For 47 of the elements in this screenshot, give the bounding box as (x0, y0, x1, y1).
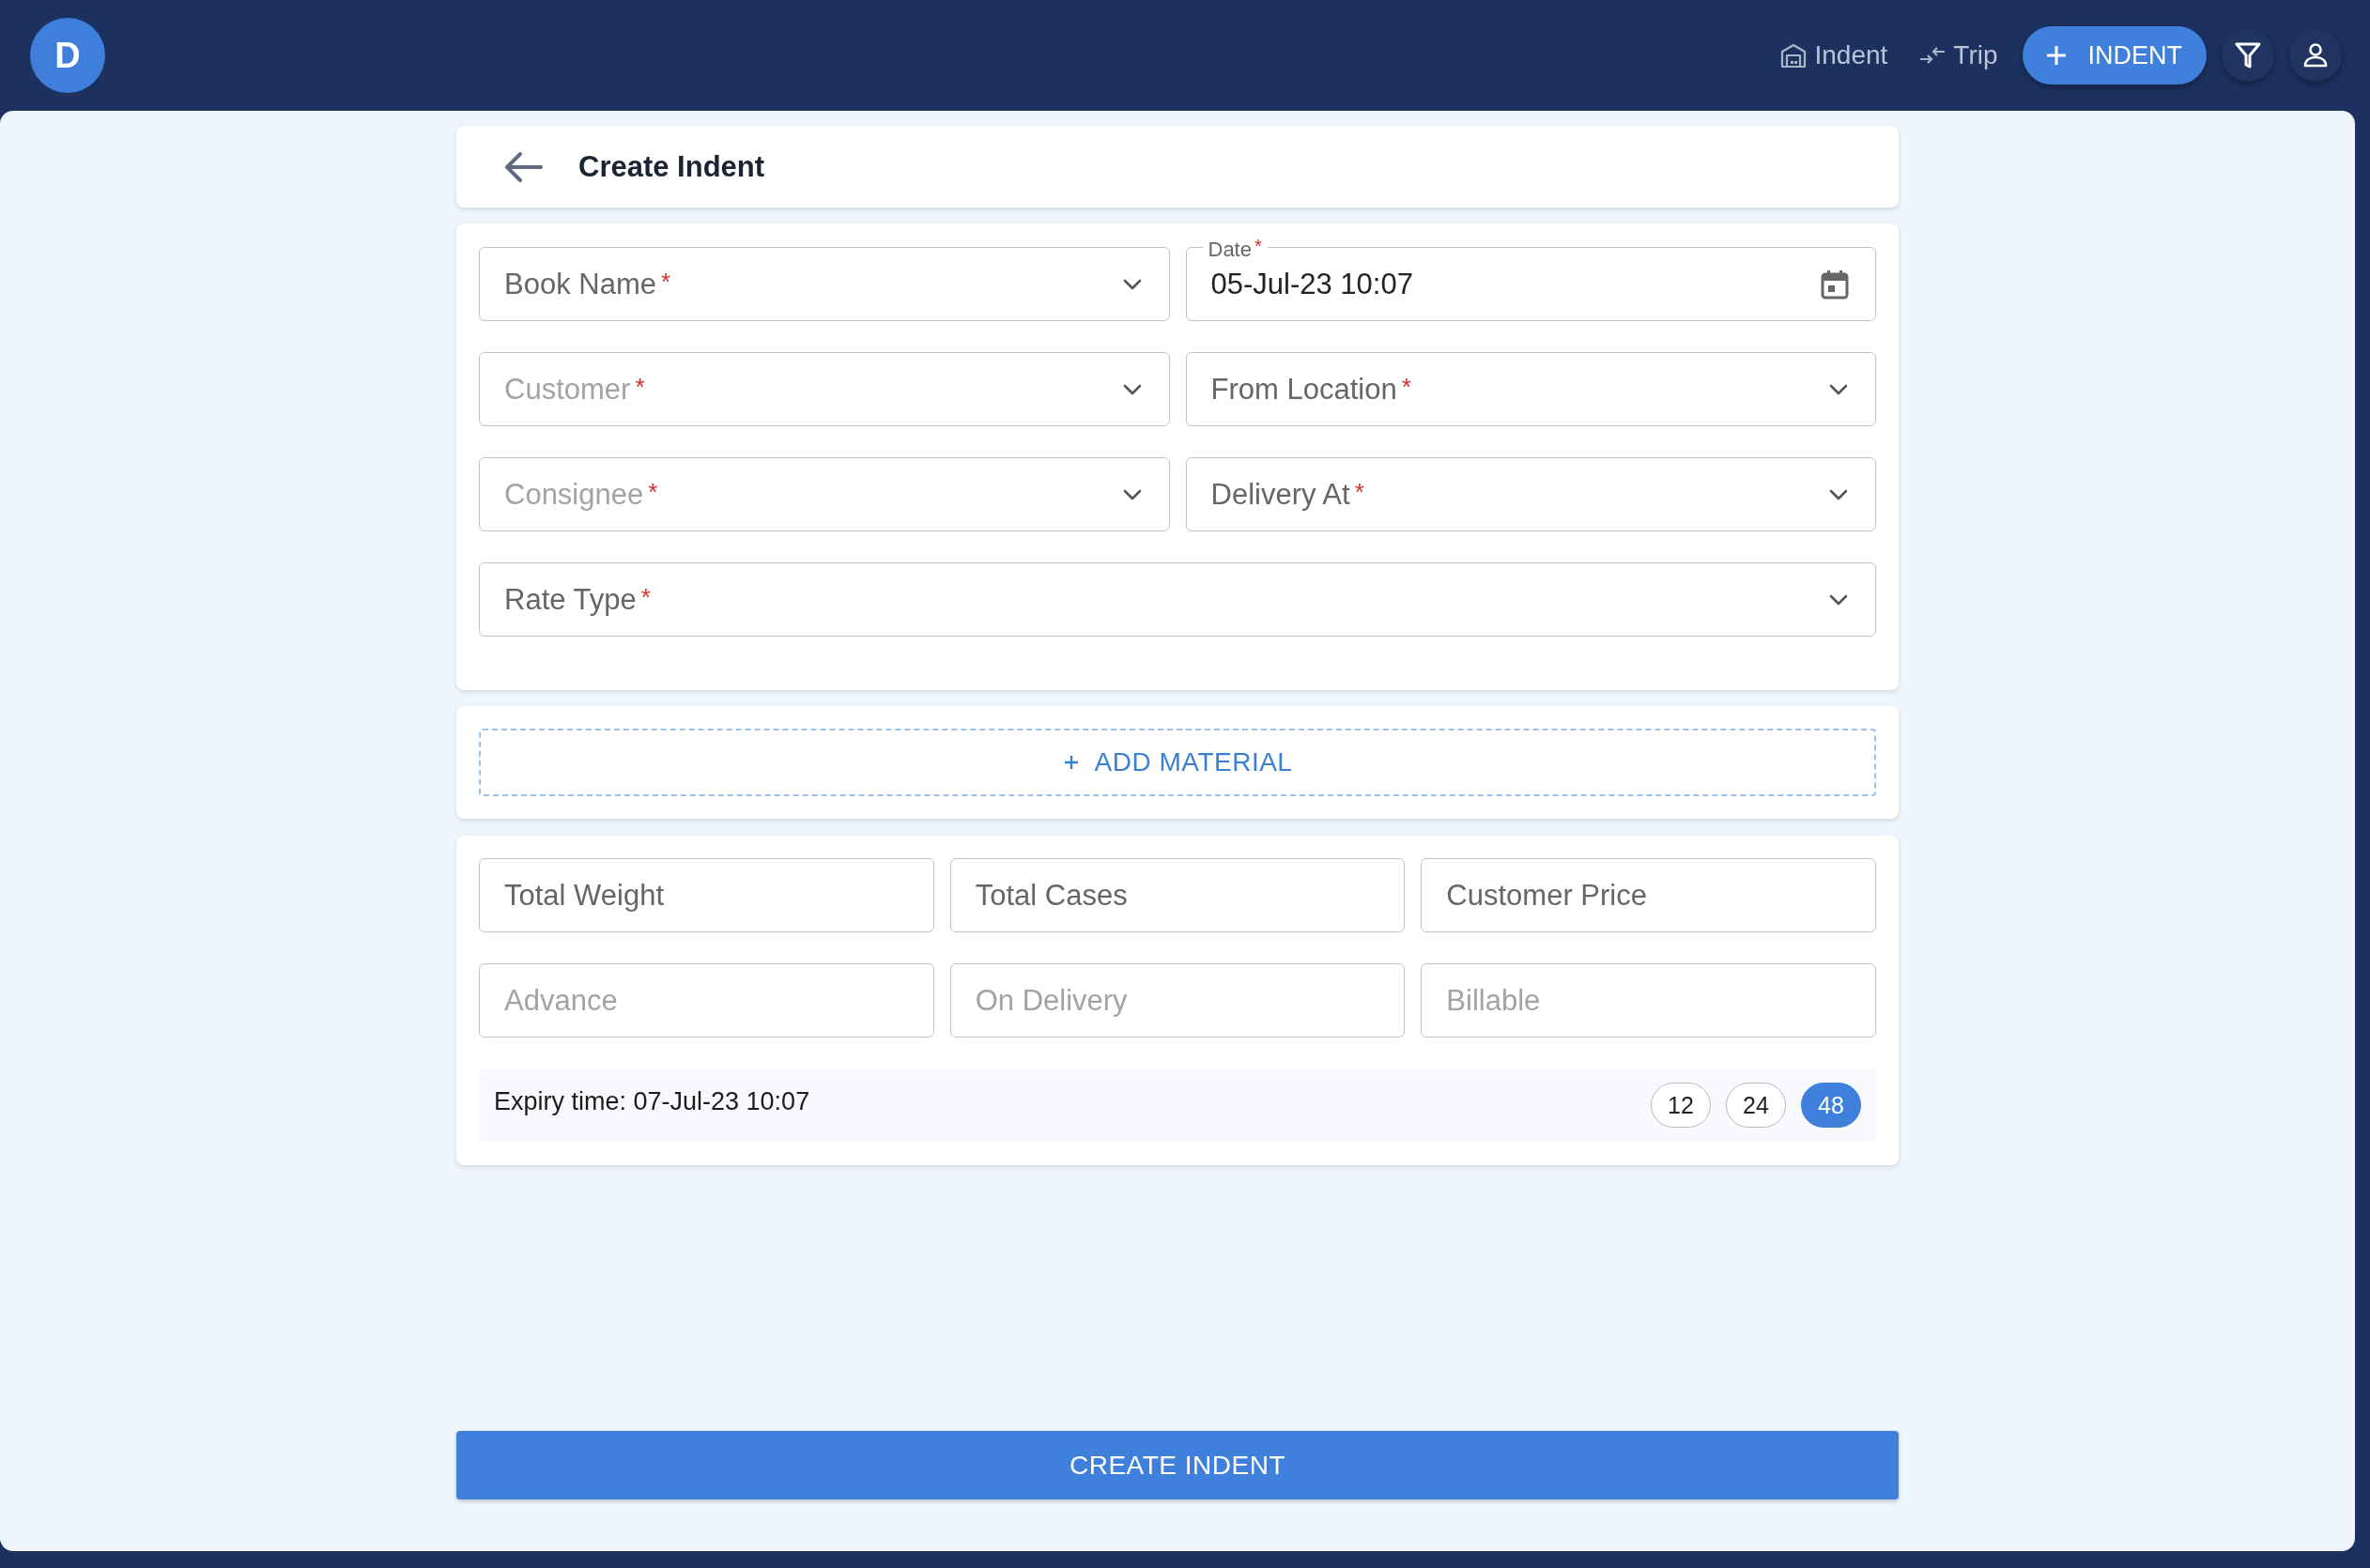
hours-chip[interactable]: 24 (1726, 1083, 1786, 1128)
avatar[interactable]: D (30, 18, 105, 93)
arrows-icon (1919, 45, 1947, 66)
dropdown-field[interactable]: From Location $^{*}$ (1185, 352, 1876, 426)
user-icon (2302, 42, 2329, 69)
nav-link[interactable]: Trip (1919, 40, 1998, 70)
field-label: Billable (1446, 983, 1541, 1018)
input-field[interactable]: Total Weight (479, 858, 934, 932)
chevron-down-icon (1828, 382, 1849, 396)
plus-icon (2044, 44, 2068, 67)
hours-chip[interactable]: 12 (1651, 1083, 1711, 1128)
field-label: Total Cases (975, 878, 1128, 913)
field-label: Advance (504, 983, 618, 1018)
calendar-icon[interactable] (1821, 269, 1849, 300)
field-label: Delivery At $^{*}$ (1210, 477, 1364, 512)
chevron-down-icon (1121, 277, 1143, 291)
hours-chip[interactable]: 48 (1801, 1083, 1861, 1128)
chevron-down-icon (1121, 382, 1143, 396)
nav-link[interactable]: Indent (1780, 40, 1888, 70)
field-value: 05-Jul-23 10:07 (1210, 267, 1413, 301)
field-label: Book Name $^{*}$ (504, 267, 671, 301)
back-arrow-icon[interactable] (503, 150, 543, 183)
create-indent-button[interactable]: CREATE INDENT (456, 1431, 1899, 1499)
dropdown-field[interactable]: Rate Type $^{*}$ (479, 562, 1876, 637)
plus-icon (1062, 754, 1080, 771)
field-label: Customer $^{*}$ (504, 372, 645, 407)
filter-icon (2235, 41, 2261, 69)
profile-button[interactable] (2289, 29, 2342, 82)
field-label: Total Weight (504, 878, 664, 913)
input-field[interactable]: Customer Price (1421, 858, 1876, 932)
page-title: Create Indent (578, 149, 765, 184)
dropdown-field[interactable]: Delivery At $^{*}$ (1185, 457, 1876, 531)
field-label: On Delivery (975, 983, 1128, 1018)
dropdown-field[interactable]: Book Name $^{*}$ (479, 247, 1170, 321)
field-label: Customer Price (1446, 878, 1647, 913)
chevron-down-icon (1121, 487, 1143, 501)
chevron-down-icon (1828, 592, 1849, 607)
chevron-down-icon (1828, 487, 1849, 501)
new-indent-button[interactable]: INDENT (2022, 26, 2207, 85)
input-field[interactable]: Total Cases (949, 858, 1406, 932)
warehouse-icon (1780, 42, 1808, 69)
field-label: Consignee $^{*}$ (504, 477, 658, 512)
field-label: Rate Type $^{*}$ (504, 582, 651, 617)
filter-button[interactable] (2222, 29, 2274, 82)
expiry-time: Expiry time: 07-Jul-23 10:07 (494, 1086, 810, 1116)
add-material-button[interactable]: ADD MATERIAL (479, 729, 1876, 796)
field-label: From Location $^{*}$ (1210, 372, 1411, 407)
